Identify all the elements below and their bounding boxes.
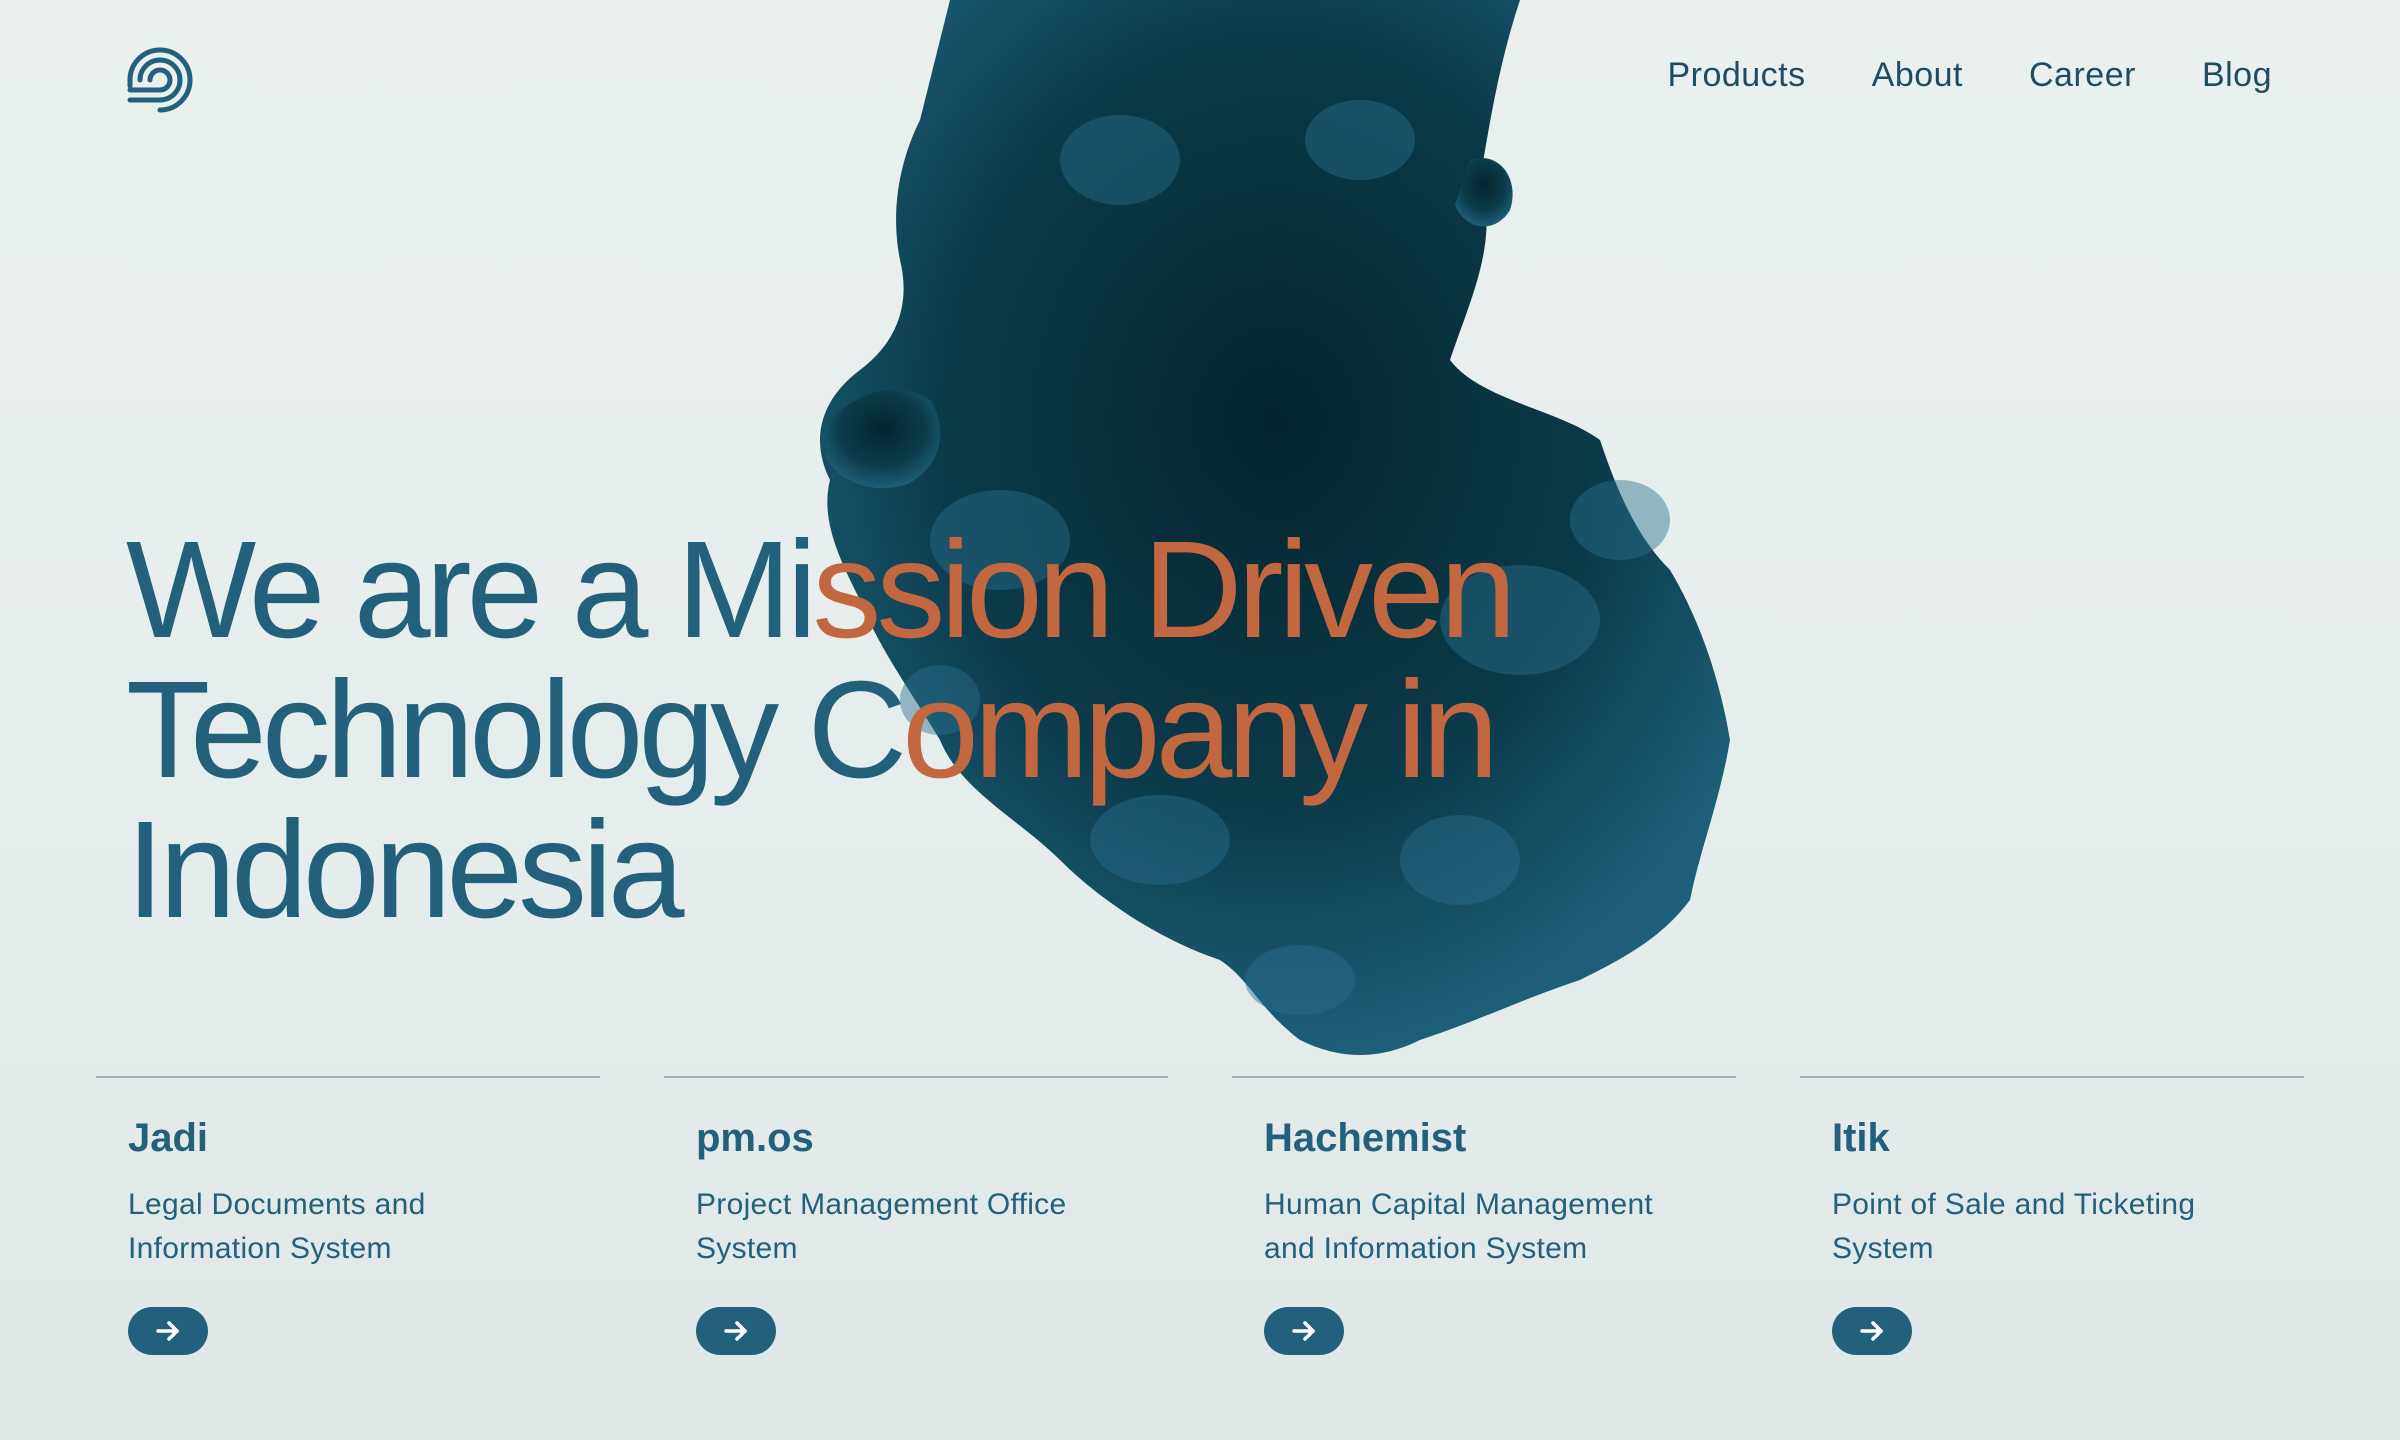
nav-blog[interactable]: Blog xyxy=(2202,56,2272,95)
product-name: Itik xyxy=(1832,1116,1890,1160)
product-open-button[interactable] xyxy=(1832,1307,1912,1355)
product-open-button[interactable] xyxy=(128,1307,208,1355)
product-open-button[interactable] xyxy=(696,1307,776,1355)
page: Products About Career Blog We are a Miss… xyxy=(0,0,2400,1440)
arrow-right-icon xyxy=(1292,1321,1315,1341)
brand-logo[interactable] xyxy=(126,46,194,114)
hero-text-line2-blue: Technology C xyxy=(126,653,907,807)
hero-headline: We are a Mission Driven Technology Compa… xyxy=(126,520,1626,940)
nav-about[interactable]: About xyxy=(1872,56,1963,95)
product-card-itik: Itik Point of Sale and Ticketing System xyxy=(1800,1076,2304,1356)
nav-products[interactable]: Products xyxy=(1667,56,1805,95)
main-nav: Products About Career Blog xyxy=(1667,56,2272,95)
arrow-right-icon xyxy=(1860,1321,1883,1341)
product-name: pm.os xyxy=(696,1116,814,1160)
hero-text-line3: Indonesia xyxy=(126,793,684,947)
product-description: Project Management Office System xyxy=(696,1188,1067,1265)
product-card-pmos: pm.os Project Management Office System xyxy=(664,1076,1168,1356)
product-card-jadi: Jadi Legal Documents and Information Sys… xyxy=(96,1076,600,1356)
arrow-right-icon xyxy=(156,1321,179,1341)
concentric-swirl-icon xyxy=(127,47,193,113)
product-description: Legal Documents and Information System xyxy=(128,1188,426,1265)
nav-career[interactable]: Career xyxy=(2029,56,2136,95)
product-name: Hachemist xyxy=(1264,1116,1467,1160)
hero-text-line2-orange: ompany in xyxy=(902,653,1499,807)
hero-text-line1-blue: We are a Mi xyxy=(126,513,817,667)
product-name: Jadi xyxy=(128,1116,209,1160)
product-card-hachemist: Hachemist Human Capital Management and I… xyxy=(1232,1076,1736,1356)
product-description: Human Capital Management and Information… xyxy=(1264,1188,1654,1265)
arrow-right-icon xyxy=(724,1321,747,1341)
product-list: Jadi Legal Documents and Information Sys… xyxy=(96,1076,2304,1356)
hero-text-line1-orange: ssion Driven xyxy=(812,513,1516,667)
product-open-button[interactable] xyxy=(1264,1307,1344,1355)
product-description: Point of Sale and Ticketing System xyxy=(1832,1188,2196,1265)
